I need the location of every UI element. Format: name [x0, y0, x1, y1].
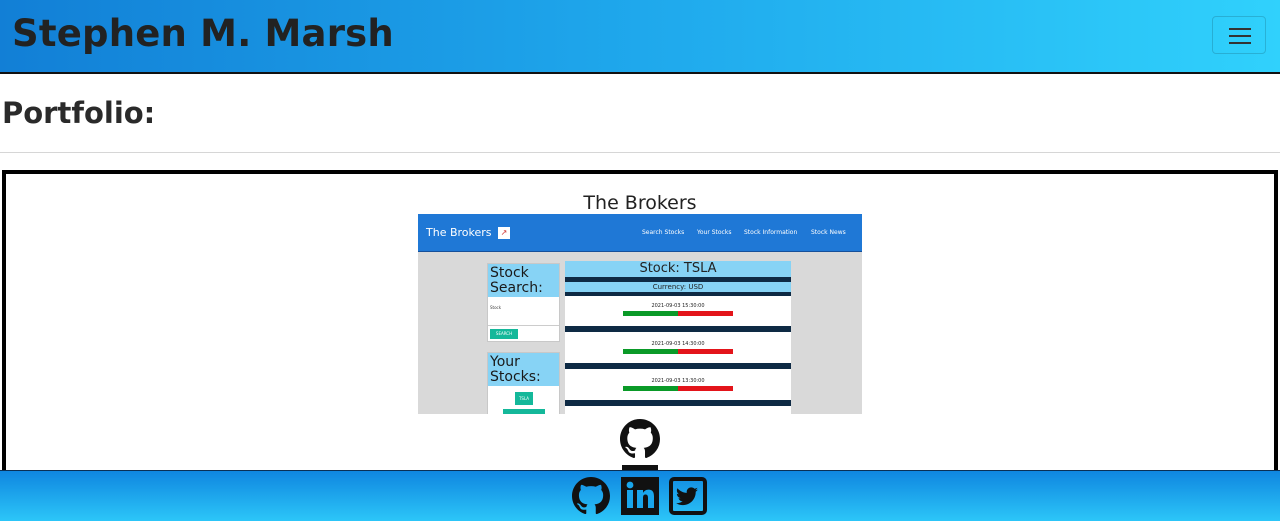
github-icon[interactable] — [572, 477, 610, 515]
chart-icon: ↗ — [498, 227, 511, 239]
screenshot-search-button: SEARCH — [490, 329, 518, 339]
divider — [0, 152, 1280, 153]
section-title: Portfolio: — [2, 96, 156, 130]
footer — [0, 470, 1280, 521]
linkedin-icon[interactable] — [621, 477, 659, 515]
stock-currency: Currency: USD — [565, 282, 791, 292]
screenshot-nav-link: Stock Information — [744, 229, 798, 236]
screenshot-ticker-button: TSLA — [515, 392, 533, 405]
stocks-card-title-1: Your — [490, 354, 520, 370]
screenshot-nav-link: Search Stocks — [642, 229, 685, 236]
stocks-card-title-2: Stocks: — [490, 369, 541, 385]
brand-title[interactable]: Stephen M. Marsh — [12, 12, 394, 55]
search-card-title-1: Stock — [490, 265, 529, 281]
screenshot-nav-link: Your Stocks — [697, 229, 732, 236]
project-title: The Brokers — [583, 192, 697, 214]
screenshot-navbar: The Brokers ↗ Search Stocks Your Stocks … — [418, 214, 862, 252]
screenshot-search-card: Stock Search: Stock SEARCH — [487, 263, 560, 342]
stock-entry-time: 2021-09-03 15:30:00 — [651, 303, 705, 309]
stock-panel-title: Stock: TSLA — [565, 261, 791, 277]
search-card-title-2: Search: — [490, 280, 543, 296]
twitter-icon[interactable] — [669, 477, 707, 515]
screenshot-nav-link: Stock News — [811, 229, 846, 236]
stock-entry-time: 2021-09-03 13:30:00 — [651, 378, 705, 384]
navbar: Stephen M. Marsh — [0, 0, 1280, 74]
stock-entry-time: 2021-09-03 14:30:00 — [651, 341, 705, 347]
screenshot-stocks-card: Your Stocks: TSLA — [487, 352, 560, 414]
screenshot-brand: The Brokers — [426, 226, 492, 239]
hamburger-menu-icon[interactable] — [1212, 16, 1266, 54]
github-icon[interactable] — [620, 419, 660, 459]
search-input-label: Stock — [490, 305, 502, 310]
screenshot-stock-panel: Stock: TSLA Currency: USD 2021-09-03 15:… — [565, 261, 791, 414]
project-screenshot[interactable]: The Brokers ↗ Search Stocks Your Stocks … — [418, 214, 862, 414]
